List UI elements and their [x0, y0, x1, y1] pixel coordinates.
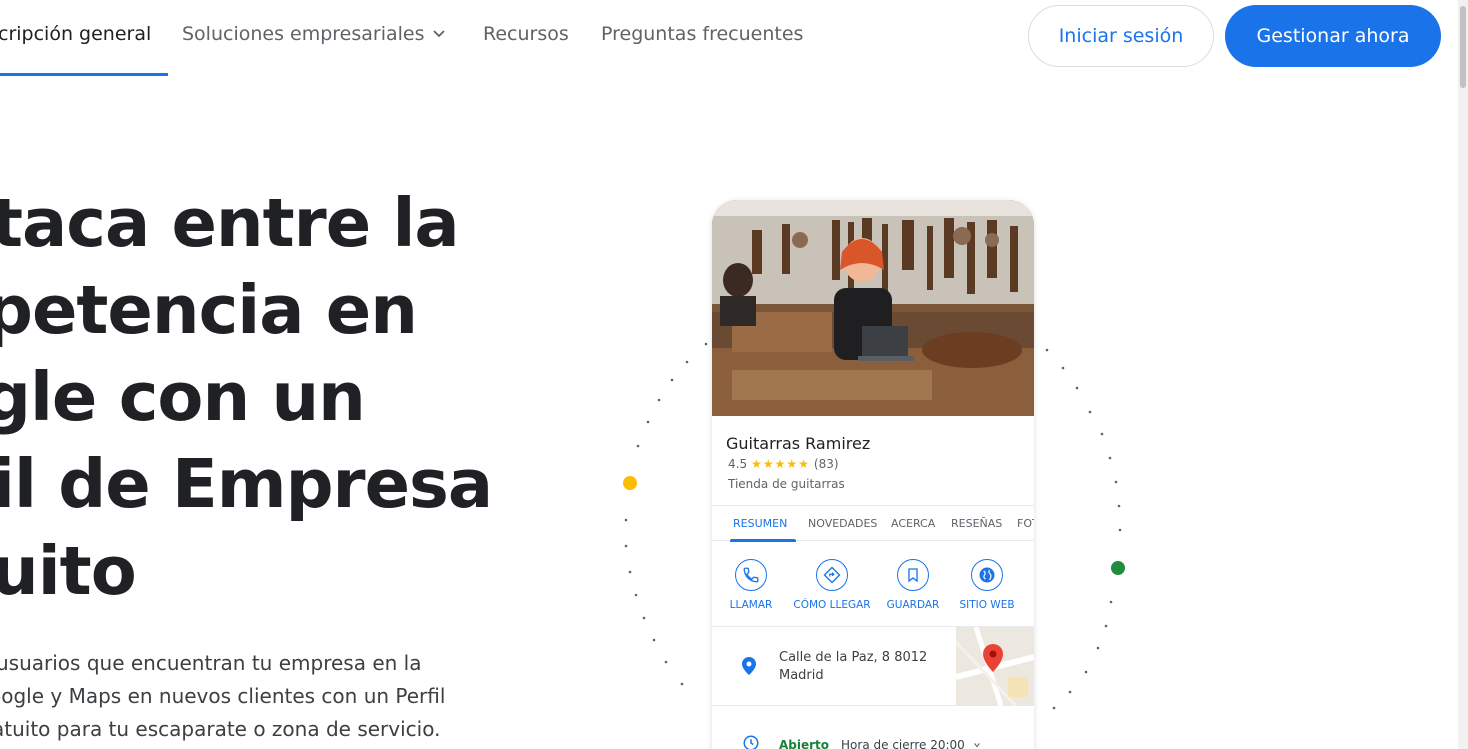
- hero-title-line: uito: [0, 532, 137, 610]
- hero-title-line: gle con un: [0, 358, 366, 436]
- address-text: Calle de la Paz, 8 8012 Madrid: [779, 649, 927, 685]
- sign-in-button[interactable]: Iniciar sesión: [1028, 5, 1214, 67]
- star-rating-icon: ★★★★★: [751, 457, 810, 471]
- call-action[interactable]: LLAMAR: [712, 559, 796, 611]
- website-action[interactable]: SITIO WEB: [942, 559, 1032, 611]
- hours-text: Abierto Hora de cierre 20:00: [779, 738, 981, 749]
- hours-row[interactable]: Abierto Hora de cierre 20:00: [712, 706, 1034, 749]
- top-navigation: cripción general Soluciones empresariale…: [0, 0, 1468, 76]
- quick-actions: LLAMAR CÓMO LLEGAR GUARDAR SITIO WEB: [712, 541, 1034, 627]
- map-thumbnail[interactable]: [956, 627, 1034, 706]
- open-status: Abierto: [779, 738, 830, 749]
- nav-item-overview[interactable]: cripción general: [0, 23, 151, 45]
- location-pin-icon: [742, 657, 756, 679]
- hero-title-line: taca entre la: [0, 184, 460, 262]
- website-action-label: SITIO WEB: [959, 599, 1015, 611]
- review-count: (83): [813, 457, 839, 471]
- tab-photos[interactable]: FOT: [1017, 517, 1034, 530]
- nav-item-resources[interactable]: Recursos: [483, 23, 569, 45]
- address-line: Calle de la Paz, 8 8012: [779, 650, 928, 665]
- manage-now-button[interactable]: Gestionar ahora: [1225, 5, 1441, 67]
- address-city: Madrid: [779, 668, 824, 683]
- orbit-yellow-dot: [623, 476, 637, 490]
- page-scrollbar-track[interactable]: [1458, 0, 1468, 749]
- tab-about[interactable]: ACERCA: [891, 517, 935, 530]
- nav-item-faq[interactable]: Preguntas frecuentes: [601, 23, 803, 45]
- business-profile-card: Guitarras Ramirez 4.5 ★★★★★ (83) Tienda de…: [712, 200, 1034, 749]
- nav-active-underline: [0, 73, 168, 76]
- directions-action[interactable]: CÓMO LLEGAR: [787, 559, 877, 611]
- business-name: Guitarras Ramirez: [726, 434, 871, 453]
- hero-subtitle-line: atuito para tu escaparate o zona de serv…: [0, 717, 441, 741]
- hero-title-line: petencia en: [0, 271, 418, 349]
- phone-icon: [735, 559, 767, 591]
- chevron-down-icon: [973, 738, 981, 749]
- orbit-green-dot: [1111, 561, 1125, 575]
- call-action-label: LLAMAR: [729, 599, 773, 611]
- rating-row: 4.5 ★★★★★ (83): [728, 457, 839, 471]
- address-row[interactable]: Calle de la Paz, 8 8012 Madrid: [712, 627, 1034, 706]
- business-category: Tienda de guitarras: [728, 477, 845, 491]
- page-scrollbar-thumb[interactable]: [1460, 6, 1466, 88]
- hero-subtitle-line: oogle y Maps en nuevos clientes con un P…: [0, 684, 446, 708]
- directions-action-label: CÓMO LLEGAR: [793, 599, 871, 611]
- rating-value: 4.5: [728, 457, 748, 471]
- business-photo: [712, 200, 1034, 416]
- nav-item-label: Soluciones empresariales: [182, 23, 425, 45]
- clock-icon: [742, 734, 760, 749]
- hero-title-line: il de Empresa: [0, 445, 493, 523]
- closing-time: Hora de cierre 20:00: [841, 738, 965, 749]
- hero-title: taca entre la petencia en gle con un il …: [0, 180, 493, 615]
- bookmark-icon: [897, 559, 929, 591]
- profile-tabs: RESUMEN NOVEDADES ACERCA RESEÑAS FOT: [712, 505, 1034, 542]
- nav-item-business-solutions[interactable]: Soluciones empresariales: [182, 23, 447, 46]
- directions-icon: [816, 559, 848, 591]
- globe-icon: [971, 559, 1003, 591]
- hero-subtitle: usuarios que encuentran tu empresa en la…: [0, 647, 445, 746]
- tab-summary[interactable]: RESUMEN: [733, 517, 787, 530]
- tab-updates[interactable]: NOVEDADES: [808, 517, 877, 530]
- chevron-down-icon: [431, 24, 447, 46]
- hero-subtitle-line: usuarios que encuentran tu empresa en la: [0, 651, 422, 675]
- tab-reviews[interactable]: RESEÑAS: [951, 517, 1002, 530]
